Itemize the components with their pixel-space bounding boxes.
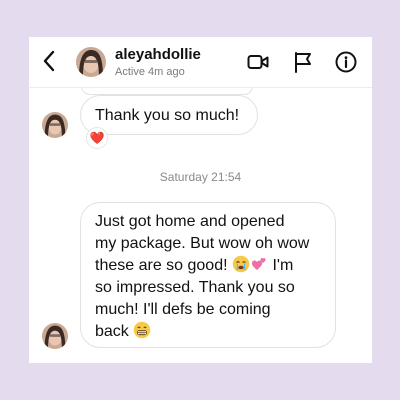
message-text: these are so good! xyxy=(95,257,228,274)
heart-reaction-icon[interactable]: ❤️ xyxy=(86,127,108,149)
crying-face-icon xyxy=(232,255,250,273)
message-text: Thank you so much! xyxy=(95,107,240,124)
message-line-with-emoji: these are so good! I'm xyxy=(95,255,293,276)
sender-avatar[interactable] xyxy=(42,112,68,138)
active-status: Active 4m ago xyxy=(115,66,185,78)
message-text: back xyxy=(95,323,129,340)
chat-header: aleyahdollie Active 4m ago xyxy=(29,37,372,88)
dm-conversation: aleyahdollie Active 4m ago Thank you so … xyxy=(29,37,372,363)
back-arrow-icon[interactable] xyxy=(41,49,57,73)
message-line-with-emoji: back xyxy=(95,321,151,342)
two-hearts-icon xyxy=(251,258,266,270)
message-text: I'm xyxy=(272,257,294,274)
message-line: so impressed. Thank you so xyxy=(95,279,295,296)
message-bubble[interactable]: Just got home and opened my package. But… xyxy=(80,202,336,348)
message-line: Just got home and opened xyxy=(95,213,285,230)
timestamp: Saturday 21:54 xyxy=(159,170,242,184)
info-icon[interactable] xyxy=(335,51,357,73)
message-bubble[interactable]: Thank you so much! xyxy=(80,95,258,135)
sender-avatar[interactable] xyxy=(42,323,68,349)
video-call-icon[interactable] xyxy=(247,51,269,73)
message-line: my package. But wow oh wow xyxy=(95,235,310,252)
grinning-face-icon xyxy=(133,321,151,339)
avatar[interactable] xyxy=(76,47,106,77)
flag-icon[interactable] xyxy=(292,51,314,73)
message-line: much! I'll defs be coming xyxy=(95,301,271,318)
username[interactable]: aleyahdollie xyxy=(115,46,201,63)
